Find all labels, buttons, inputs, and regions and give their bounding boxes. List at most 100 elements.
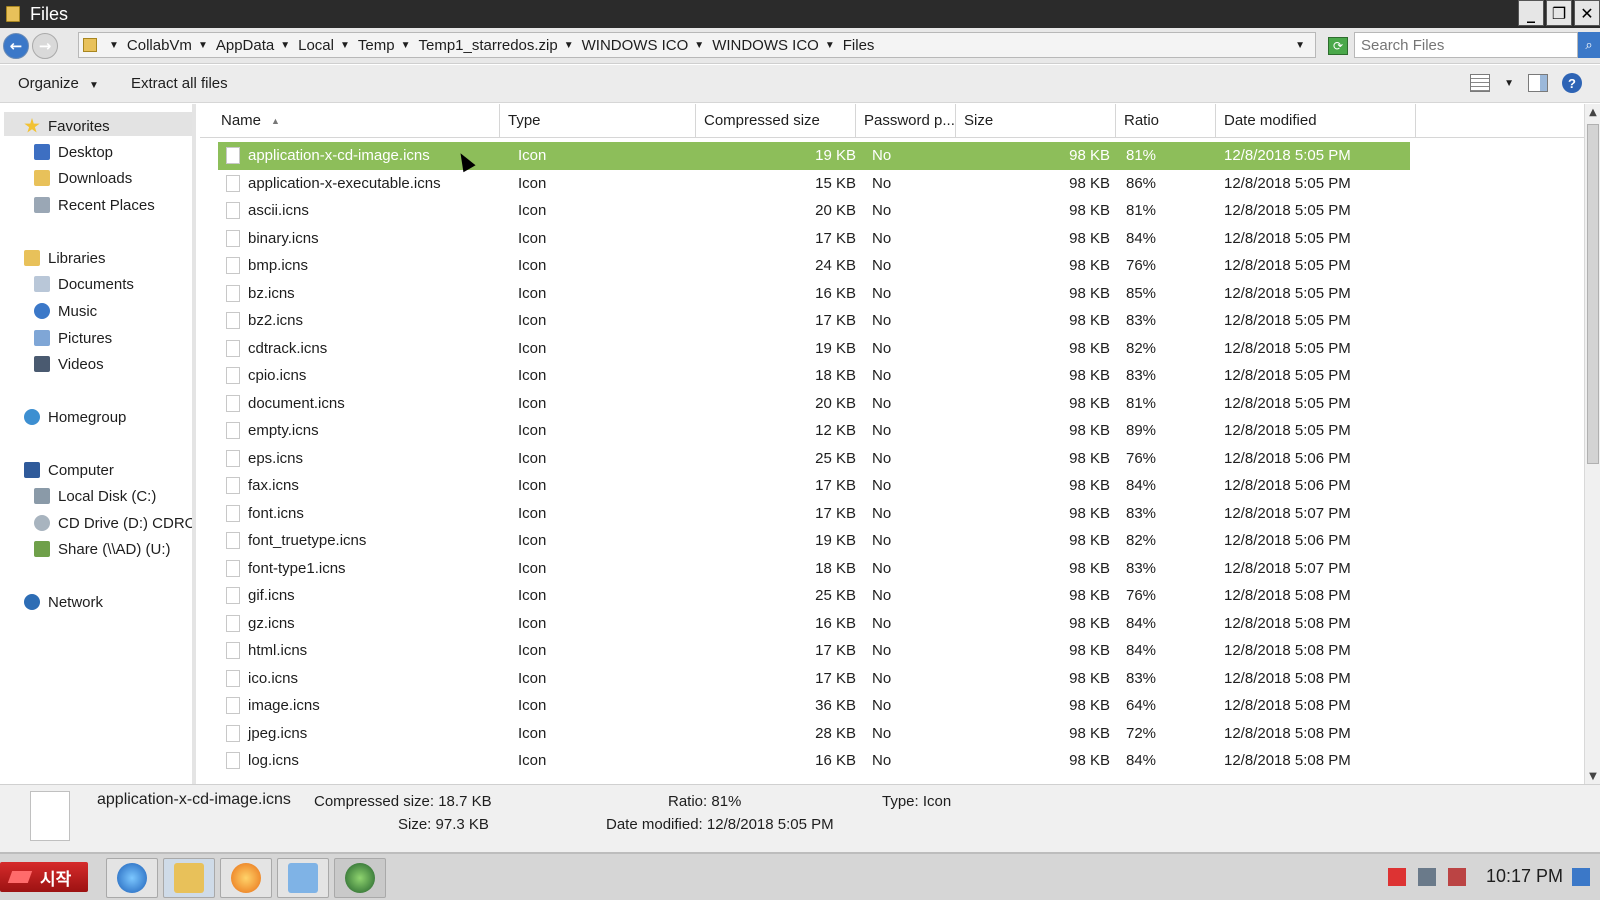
table-row[interactable]: empty.icns Icon 12 KB No 98 KB 89% 12/8/2018 5… <box>218 417 1410 445</box>
table-row[interactable]: application-x-cd-image.icns Icon 19 KB No 98… <box>218 142 1410 170</box>
refresh-button[interactable]: ⟳ <box>1328 37 1348 55</box>
sidebar-item-desktop[interactable]: Desktop <box>34 140 113 164</box>
cell-date: 12/8/2018 5:05 PM <box>1224 174 1351 192</box>
preview-pane-icon[interactable] <box>1528 74 1548 92</box>
sidebar-item-downloads[interactable]: Downloads <box>34 166 132 190</box>
close-button[interactable]: ✕ <box>1574 0 1600 26</box>
sidebar-item-videos[interactable]: Videos <box>34 352 104 376</box>
view-options-icon[interactable] <box>1470 74 1491 92</box>
scrollbar-thumb[interactable] <box>1587 124 1599 464</box>
breadcrumb-item[interactable]: WINDOWS ICO ▼ <box>582 37 713 54</box>
cell-size: 98 KB <box>1069 174 1110 192</box>
start-button[interactable]: 시작 <box>0 862 88 892</box>
cell-comp: 25 KB <box>815 449 856 467</box>
breadcrumb-item[interactable]: AppData ▼ <box>216 37 298 54</box>
breadcrumb[interactable]: ▼ CollabVm ▼ AppData ▼ Local ▼ Temp ▼ Temp1_star… <box>78 32 1316 58</box>
taskbar-internet-explorer[interactable] <box>106 858 158 898</box>
chevron-down-icon[interactable]: ▼ <box>340 40 350 51</box>
breadcrumb-item[interactable]: WINDOWS ICO ▼ <box>712 37 843 54</box>
column-header-type[interactable]: Type <box>500 104 696 138</box>
chevron-down-icon[interactable]: ▼ <box>401 40 411 51</box>
help-icon[interactable]: ? <box>1562 73 1582 93</box>
cell-pass: No <box>872 724 892 742</box>
table-row[interactable]: ascii.icns Icon 20 KB No 98 KB 81% 12/8/2018 5… <box>218 197 1410 225</box>
column-header-date-modified[interactable]: Date modified <box>1216 104 1416 138</box>
taskbar-app[interactable] <box>277 858 329 898</box>
chevron-down-icon[interactable]: ▼ <box>280 40 290 51</box>
network-status-icon[interactable] <box>1418 868 1436 886</box>
sidebar-item-pictures[interactable]: Pictures <box>34 326 112 350</box>
address-history-dropdown[interactable]: ▼ <box>1295 40 1305 51</box>
table-row[interactable]: bmp.icns Icon 24 KB No 98 KB 76% 12/8/2018 5:0… <box>218 252 1410 280</box>
show-desktop-icon[interactable] <box>1572 868 1590 886</box>
table-row[interactable]: jpeg.icns Icon 28 KB No 98 KB 72% 12/8/2018 5:… <box>218 720 1410 748</box>
table-row[interactable]: log.icns Icon 16 KB No 98 KB 84% 12/8/2018 5:0… <box>218 747 1410 775</box>
table-row[interactable]: cpio.icns Icon 18 KB No 98 KB 83% 12/8/2018 5:… <box>218 362 1410 390</box>
back-button[interactable]: ← <box>3 32 29 59</box>
sidebar-item-recent-places[interactable]: Recent Places <box>34 193 155 217</box>
chevron-down-icon[interactable]: ▼ <box>1504 78 1514 89</box>
breadcrumb-item[interactable]: CollabVm ▼ <box>127 37 216 54</box>
column-header-ratio[interactable]: Ratio <box>1116 104 1216 138</box>
file-icon <box>226 229 240 247</box>
table-row[interactable]: html.icns Icon 17 KB No 98 KB 84% 12/8/2018 5:… <box>218 637 1410 665</box>
volume-muted-icon[interactable] <box>1448 868 1466 886</box>
breadcrumb-item[interactable]: Temp ▼ <box>358 37 419 54</box>
chevron-down-icon[interactable]: ▼ <box>694 40 704 51</box>
column-header-name[interactable]: Name ▲ <box>200 104 500 138</box>
table-row[interactable]: gif.icns Icon 25 KB No 98 KB 76% 12/8/2018 5:0… <box>218 582 1410 610</box>
clock[interactable]: 10:17 PM <box>1486 866 1563 887</box>
table-row[interactable]: bz2.icns Icon 17 KB No 98 KB 83% 12/8/2018 5:0… <box>218 307 1410 335</box>
table-row[interactable]: font.icns Icon 17 KB No 98 KB 83% 12/8/2018 5:… <box>218 500 1410 528</box>
chevron-down-icon[interactable]: ▼ <box>198 40 208 51</box>
chevron-down-icon[interactable]: ▼ <box>825 40 835 51</box>
scroll-up-icon[interactable]: ▲ <box>1585 104 1600 120</box>
action-center-icon[interactable] <box>1388 868 1406 886</box>
column-header-size[interactable]: Size <box>956 104 1116 138</box>
table-row[interactable]: eps.icns Icon 25 KB No 98 KB 76% 12/8/2018 5:0… <box>218 445 1410 473</box>
table-row[interactable]: application-x-executable.icns Icon 15 KB No… <box>218 170 1410 198</box>
table-row[interactable]: document.icns Icon 20 KB No 98 KB 81% 12/8/201… <box>218 390 1410 418</box>
star-icon <box>24 118 40 133</box>
column-header-compressed-size[interactable]: Compressed size <box>696 104 856 138</box>
sidebar-item-cd-drive[interactable]: CD Drive (D:) CDROM <box>34 511 192 535</box>
cell-size: 98 KB <box>1069 449 1110 467</box>
scroll-down-icon[interactable]: ▼ <box>1585 768 1600 784</box>
search-icon[interactable]: ⌕ <box>1578 32 1600 58</box>
breadcrumb-item[interactable]: Local ▼ <box>298 37 358 54</box>
cell-type: Icon <box>518 394 547 412</box>
forward-button[interactable]: → <box>32 32 58 59</box>
sidebar-item-documents[interactable]: Documents <box>34 272 134 296</box>
table-row[interactable]: image.icns Icon 36 KB No 98 KB 64% 12/8/2018 5… <box>218 692 1410 720</box>
sidebar-item-music[interactable]: Music <box>34 299 97 323</box>
table-row[interactable]: binary.icns Icon 17 KB No 98 KB 84% 12/8/2018 … <box>218 225 1410 253</box>
table-row[interactable]: ico.icns Icon 17 KB No 98 KB 83% 12/8/2018 5:0… <box>218 665 1410 693</box>
sidebar-item-local-disk[interactable]: Local Disk (C:) <box>34 484 156 508</box>
table-row[interactable]: cdtrack.icns Icon 19 KB No 98 KB 82% 12/8/2018… <box>218 335 1410 363</box>
extract-all-button[interactable]: Extract all files <box>113 75 242 92</box>
column-header-password[interactable]: Password p... <box>856 104 956 138</box>
taskbar-explorer[interactable] <box>163 858 215 898</box>
sidebar-item-favorites[interactable]: Favorites <box>24 114 110 138</box>
maximize-button[interactable]: ❐ <box>1546 0 1572 26</box>
sidebar-item-libraries[interactable]: Libraries <box>24 246 106 270</box>
chevron-down-icon[interactable]: ▼ <box>109 40 119 51</box>
breadcrumb-item[interactable]: Files <box>843 37 875 54</box>
sidebar-item-share[interactable]: Share (\\AD) (U:) <box>34 537 171 561</box>
table-row[interactable]: fax.icns Icon 17 KB No 98 KB 84% 12/8/2018 5:0… <box>218 472 1410 500</box>
table-row[interactable]: font_truetype.icns Icon 19 KB No 98 KB 82% 12/… <box>218 527 1410 555</box>
organize-button[interactable]: Organize ▼ <box>0 75 113 92</box>
table-row[interactable]: gz.icns Icon 16 KB No 98 KB 84% 12/8/2018 5:08… <box>218 610 1410 638</box>
sidebar-item-computer[interactable]: Computer <box>24 458 114 482</box>
sidebar-item-network[interactable]: Network <box>24 590 103 614</box>
sidebar-item-homegroup[interactable]: Homegroup <box>24 405 126 429</box>
taskbar-media-player[interactable] <box>220 858 272 898</box>
table-row[interactable]: bz.icns Icon 16 KB No 98 KB 85% 12/8/2018 5:05… <box>218 280 1410 308</box>
breadcrumb-item[interactable]: Temp1_starredos.zip ▼ <box>418 37 581 54</box>
chevron-down-icon[interactable]: ▼ <box>564 40 574 51</box>
table-row[interactable]: font-type1.icns Icon 18 KB No 98 KB 83% 12/8/2… <box>218 555 1410 583</box>
minimize-button[interactable]: _ <box>1518 0 1544 26</box>
vertical-scrollbar[interactable]: ▲ ▼ <box>1584 104 1600 784</box>
taskbar-network-app[interactable] <box>334 858 386 898</box>
search-input[interactable] <box>1354 32 1578 58</box>
